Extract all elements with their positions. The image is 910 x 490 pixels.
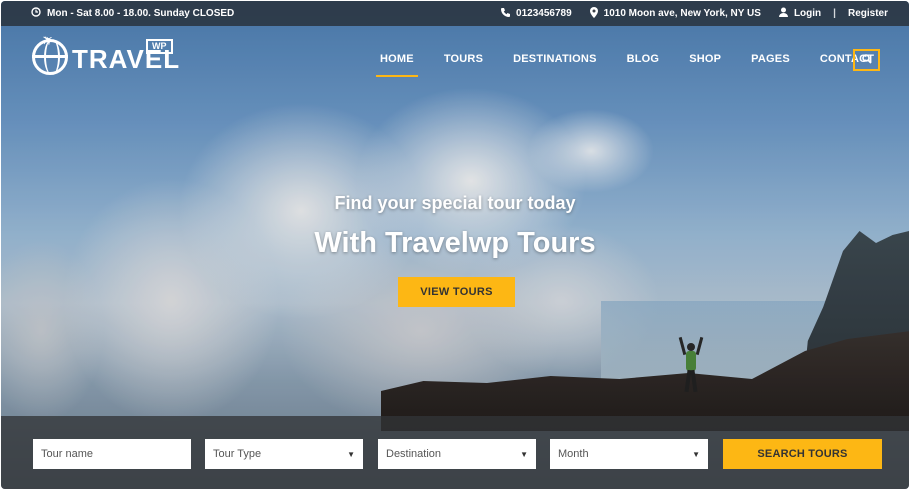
search-icon bbox=[861, 51, 872, 69]
login-label: Login bbox=[793, 8, 822, 19]
user-icon bbox=[778, 7, 788, 20]
view-tours-button[interactable]: VIEW TOURS bbox=[398, 277, 515, 307]
page-frame: Mon - Sat 8.00 - 18.00. Sunday CLOSED 01… bbox=[1, 1, 909, 489]
tour-type-value: Tour Type bbox=[213, 448, 262, 460]
topbar-separator: | bbox=[833, 8, 836, 19]
hero-title: With Travelwp Tours bbox=[314, 227, 596, 259]
nav-item-home[interactable]: HOME bbox=[371, 51, 423, 77]
hero-subtitle: Find your special tour today bbox=[334, 193, 576, 213]
site-logo[interactable]: ✈ TRAVEL WP bbox=[32, 30, 180, 75]
top-bar: Mon - Sat 8.00 - 18.00. Sunday CLOSED 01… bbox=[1, 1, 909, 26]
tour-name-placeholder: Tour name bbox=[41, 448, 93, 460]
header-search-button[interactable] bbox=[853, 49, 880, 71]
register-link[interactable]: Register bbox=[848, 8, 888, 19]
destination-value: Destination bbox=[386, 448, 442, 460]
caret-down-icon: ▼ bbox=[692, 449, 700, 459]
phone-icon bbox=[500, 7, 511, 20]
map-marker-icon bbox=[589, 6, 598, 21]
month-value: Month bbox=[558, 448, 589, 460]
opening-hours-text: Mon - Sat 8.00 - 18.00. Sunday CLOSED bbox=[47, 8, 235, 19]
phone-number: 0123456789 bbox=[516, 8, 572, 19]
nav-item-tours[interactable]: TOURS bbox=[435, 51, 492, 77]
main-nav: HOME TOURS DESTINATIONS BLOG SHOP PAGES … bbox=[371, 51, 895, 77]
nav-item-pages[interactable]: PAGES bbox=[742, 51, 799, 77]
address-info: 1010 Moon ave, New York, NY US bbox=[589, 6, 761, 21]
tour-name-input[interactable]: Tour name bbox=[33, 439, 191, 469]
caret-down-icon: ▼ bbox=[347, 449, 355, 459]
tour-type-select[interactable]: Tour Type ▼ bbox=[205, 439, 363, 469]
caret-down-icon: ▼ bbox=[520, 449, 528, 459]
logo-badge: WP bbox=[146, 39, 173, 54]
phone-info[interactable]: 0123456789 bbox=[500, 7, 572, 20]
search-tours-button[interactable]: SEARCH TOURS bbox=[723, 439, 882, 469]
month-select[interactable]: Month ▼ bbox=[550, 439, 708, 469]
destination-select[interactable]: Destination ▼ bbox=[378, 439, 536, 469]
address-text: 1010 Moon ave, New York, NY US bbox=[603, 8, 761, 19]
clock-icon bbox=[31, 7, 41, 20]
login-link[interactable]: Login bbox=[778, 7, 822, 20]
nav-item-shop[interactable]: SHOP bbox=[680, 51, 730, 77]
nav-item-blog[interactable]: BLOG bbox=[618, 51, 669, 77]
opening-hours: Mon - Sat 8.00 - 18.00. Sunday CLOSED bbox=[31, 7, 234, 20]
nav-item-destinations[interactable]: DESTINATIONS bbox=[504, 51, 605, 77]
